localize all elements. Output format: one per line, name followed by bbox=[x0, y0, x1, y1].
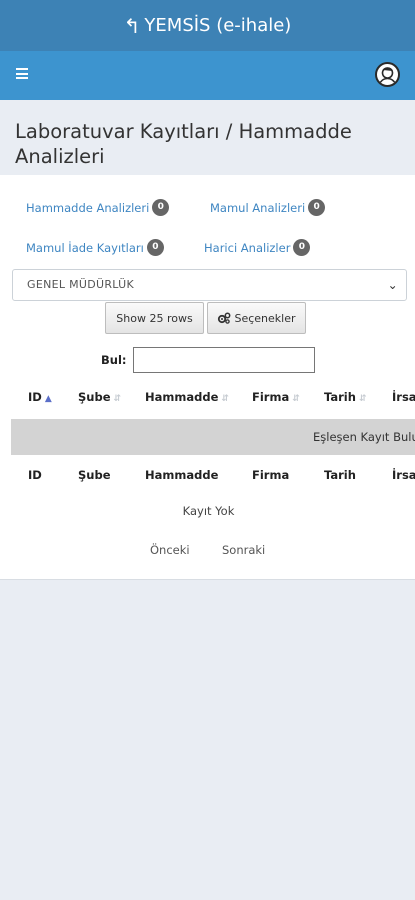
sort-both-icon: ⇵ bbox=[113, 394, 122, 404]
footer-column-tarih: Tarih bbox=[324, 468, 356, 482]
back-arrow-icon[interactable]: ↰ bbox=[124, 14, 141, 38]
column-header-firma[interactable]: Firma ⇵ bbox=[252, 390, 300, 404]
column-header-hammadde[interactable]: Hammadde ⇵ bbox=[145, 390, 229, 404]
no-records-text: Kayıt Yok bbox=[182, 504, 235, 518]
footer-column-sube: Şube bbox=[78, 468, 111, 482]
column-header-label: Tarih bbox=[324, 390, 356, 404]
page-title: Laboratuvar Kayıtları / Hammadde Analizl… bbox=[15, 120, 352, 168]
column-header-label: ID bbox=[28, 390, 42, 404]
tab-label: Harici Analizler bbox=[204, 240, 291, 255]
column-header-id[interactable]: ID ▲ bbox=[28, 390, 52, 404]
options-label: Seçenekler bbox=[234, 311, 296, 325]
tab-mamul-analizleri[interactable]: Mamul Analizleri 0 bbox=[210, 199, 326, 216]
sort-both-icon: ⇵ bbox=[358, 394, 367, 404]
column-header-label: Firma bbox=[252, 390, 290, 404]
count-badge: 0 bbox=[152, 199, 170, 216]
next-page-button[interactable]: Sonraki bbox=[222, 543, 265, 557]
chevron-down-icon: ⌄ bbox=[387, 278, 398, 292]
column-header-sube[interactable]: Şube ⇵ bbox=[78, 390, 121, 404]
tab-label: Mamul Analizleri bbox=[210, 200, 306, 215]
show-rows-button[interactable]: Show 25 rows bbox=[105, 302, 204, 334]
column-header-label: İrsa bbox=[392, 390, 415, 404]
table-empty-row: Eşleşen Kayıt Bulunamadı bbox=[11, 419, 415, 455]
navbar bbox=[0, 51, 415, 100]
column-header-irsaliye[interactable]: İrsa bbox=[392, 390, 415, 404]
previous-page-button[interactable]: Önceki bbox=[150, 543, 190, 557]
footer-column-hammadde: Hammadde bbox=[145, 468, 219, 482]
tab-label: Mamul İade Kayıtları bbox=[26, 240, 144, 255]
options-button[interactable]: Seçenekler bbox=[207, 302, 306, 334]
tab-hammadde-analizleri[interactable]: Hammadde Analizleri 0 bbox=[26, 199, 170, 216]
branch-select[interactable]: GENEL MÜDÜRLÜK ⌄ bbox=[12, 269, 407, 301]
column-header-label: Şube bbox=[78, 390, 111, 404]
search-label: Bul: bbox=[101, 353, 127, 367]
column-header-label: Hammadde bbox=[145, 390, 219, 404]
footer-column-irsaliye: İrsa bbox=[392, 468, 415, 482]
show-rows-label: Show 25 rows bbox=[116, 311, 193, 325]
footer-column-firma: Firma bbox=[252, 468, 290, 482]
count-badge: 0 bbox=[293, 239, 311, 256]
search-input[interactable] bbox=[133, 347, 315, 373]
app-title-bar: ↰ YEMSİS (e-ihale) bbox=[0, 0, 415, 51]
tab-mamul-iade-kayitlari[interactable]: Mamul İade Kayıtları 0 bbox=[26, 239, 164, 256]
records-panel: Hammadde Analizleri 0 Mamul Analizleri 0… bbox=[0, 175, 415, 580]
sort-both-icon: ⇵ bbox=[292, 394, 300, 404]
count-badge: 0 bbox=[146, 239, 164, 256]
gears-icon bbox=[217, 312, 231, 324]
sort-asc-icon: ▲ bbox=[44, 394, 52, 404]
main-content: Laboratuvar Kayıtları / Hammadde Analizl… bbox=[0, 100, 415, 900]
branch-select-value: GENEL MÜDÜRLÜK bbox=[27, 278, 135, 291]
user-avatar-icon[interactable] bbox=[375, 62, 400, 87]
footer-column-id: ID bbox=[28, 468, 42, 482]
count-badge: 0 bbox=[308, 199, 326, 216]
tab-label: Hammadde Analizleri bbox=[26, 200, 150, 215]
sort-both-icon: ⇵ bbox=[221, 394, 229, 404]
tab-harici-analizler[interactable]: Harici Analizler 0 bbox=[204, 239, 311, 256]
column-header-tarih[interactable]: Tarih ⇵ bbox=[324, 390, 366, 404]
hamburger-icon[interactable] bbox=[16, 68, 28, 79]
app-title: YEMSİS (e-ihale) bbox=[144, 15, 292, 36]
